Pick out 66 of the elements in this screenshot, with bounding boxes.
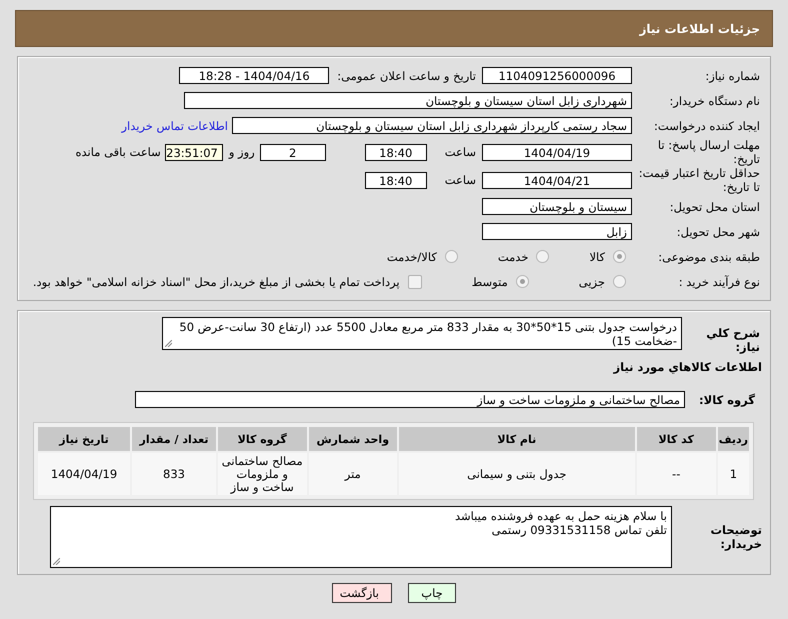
print-button[interactable]: چاپ bbox=[408, 583, 456, 603]
notes-text: با سلام هزینه حمل به عهده فروشنده میباشد bbox=[454, 509, 667, 523]
field-value: شهرداری زابل استان سیستان و بلوچستان bbox=[184, 92, 632, 109]
resize-grip-icon[interactable] bbox=[53, 558, 60, 565]
option-label: خدمت bbox=[498, 250, 528, 264]
radio-button[interactable] bbox=[613, 250, 626, 263]
table-cell: متر bbox=[308, 453, 397, 495]
field-value: زابل bbox=[482, 223, 632, 240]
field-value: سجاد رستمی کارپرداز شهرداری زابل استان سیستان و بلوچستان bbox=[232, 117, 632, 134]
table-cell: 1 bbox=[718, 453, 749, 495]
column-header: کد کالا bbox=[636, 427, 716, 451]
field-value: 1104091256000096 bbox=[482, 67, 632, 84]
countdown-value: 23:51:07 bbox=[164, 144, 223, 160]
field-value: مصالح ساختمانی و ملزومات ساخت و ساز bbox=[135, 391, 685, 408]
option-label: کالا bbox=[589, 250, 605, 264]
field-label: ساعت bbox=[444, 173, 476, 187]
field-label: تاریخ و ساعت اعلان عمومی: bbox=[337, 68, 476, 82]
back-button[interactable]: بازگشت bbox=[332, 583, 392, 603]
field-label: حداقل تاریخ اعتبار قیمت: تا تاریخ: bbox=[638, 166, 761, 194]
field-value: 1404/04/21 bbox=[482, 172, 632, 188]
option-label: جزیی bbox=[578, 274, 605, 288]
table-cell: مصالح ساختمانی و ملزومات ساخت و ساز bbox=[218, 453, 307, 495]
field-label: طبقه بندی موضوعی: bbox=[657, 250, 761, 264]
contact-link[interactable]: اطلاعات تماس خریدار bbox=[121, 118, 228, 132]
option-label: متوسط bbox=[472, 274, 508, 288]
table-cell: 833 bbox=[132, 453, 216, 495]
field-label: شهر محل تحویل: bbox=[676, 224, 761, 238]
radio-button[interactable] bbox=[516, 275, 529, 288]
field-label: استان محل تحویل: bbox=[668, 200, 761, 214]
column-header: تاریخ نیاز bbox=[38, 427, 130, 451]
column-header: تعداد / مقدار bbox=[132, 427, 216, 451]
field-value: 18:40 bbox=[364, 144, 427, 160]
field-value: 1404/04/16 - 18:28 bbox=[179, 67, 330, 84]
table-cell: -- bbox=[636, 453, 716, 495]
radio-button[interactable] bbox=[536, 250, 550, 263]
column-header: ردیف bbox=[718, 427, 749, 451]
field-value: سیستان و بلوچستان bbox=[482, 198, 632, 215]
field-label: مهلت ارسال پاسخ: تا تاریخ: bbox=[656, 138, 761, 166]
field-value: 18:40 bbox=[364, 172, 427, 188]
page-title: جزئیات اطلاعات نیاز bbox=[639, 22, 760, 36]
field-label: شرح کلي نیاز: bbox=[705, 325, 761, 354]
description-text: درخواست جدول بتنی 15*50*30 به مقدار 833 متر مربع معادل 5500 عدد (ارتفاع 30 سانت-عرض 50 -ضخامت 15) bbox=[179, 320, 677, 348]
table-cell: 1404/04/19 bbox=[38, 453, 130, 495]
field-label: نوع فرآیند خرید : bbox=[678, 274, 761, 288]
field-value: 2 bbox=[260, 144, 326, 160]
field-label: نام دستگاه خریدار: bbox=[668, 94, 761, 108]
field-label: ایجاد کننده درخواست: bbox=[653, 118, 761, 132]
column-header: نام کالا bbox=[399, 427, 635, 451]
section-title: اطلاعات کالاهاي مورد نياز bbox=[614, 360, 762, 374]
field-label: شماره نیاز: bbox=[704, 68, 761, 82]
field-label: ساعت باقی مانده bbox=[76, 145, 161, 159]
radio-button[interactable] bbox=[613, 275, 626, 288]
field-label: توضیحات خریدار: bbox=[710, 523, 763, 551]
table-cell: جدول بتنی و سیمانی bbox=[399, 453, 635, 495]
field-label: ساعت bbox=[444, 145, 476, 159]
column-header: واحد شمارش bbox=[308, 427, 397, 451]
checkbox[interactable] bbox=[408, 274, 422, 288]
option-label: کالا/خدمت bbox=[386, 250, 437, 264]
notes-text: تلفن تماس 09331531158 رستمی bbox=[492, 523, 667, 537]
field-value: 1404/04/19 bbox=[482, 144, 632, 160]
option-label: پرداخت تمام یا بخشی از مبلغ خرید،از محل "اسناد خزانه اسلامی" خواهد بود. bbox=[32, 274, 400, 288]
field-label: روز و bbox=[228, 145, 255, 159]
resize-grip-icon[interactable] bbox=[165, 340, 172, 347]
field-label: گروه کالا: bbox=[698, 392, 756, 406]
radio-button[interactable] bbox=[444, 250, 458, 263]
column-header: گروه کالا bbox=[218, 427, 307, 451]
